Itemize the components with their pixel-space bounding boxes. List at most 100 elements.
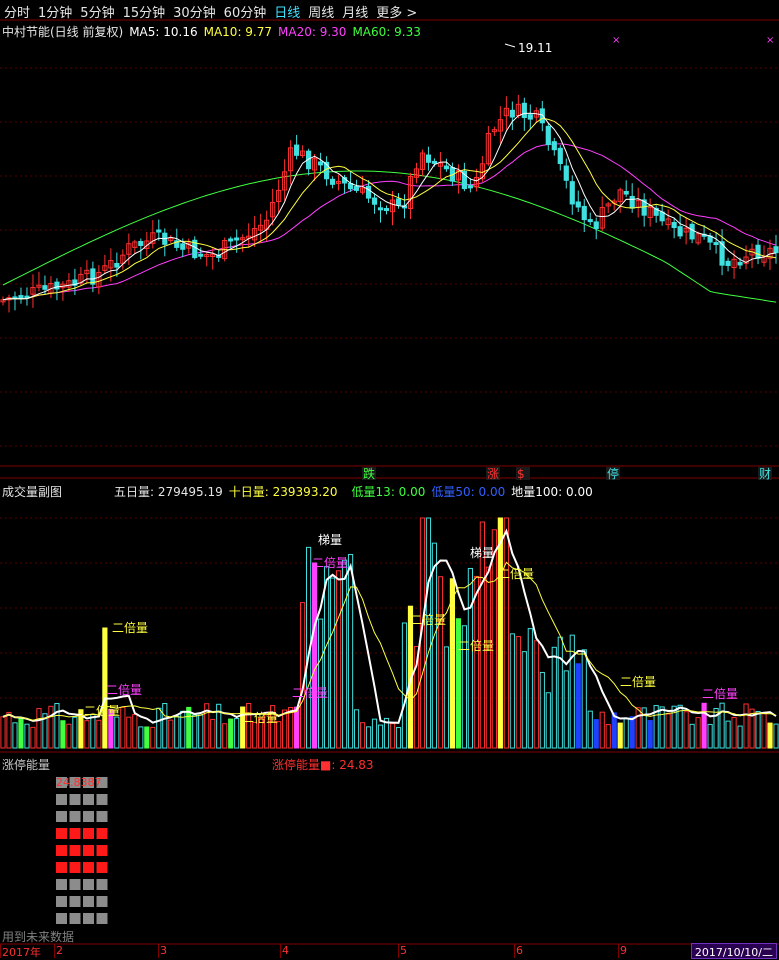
tab-1[interactable]: 1分钟 bbox=[34, 2, 76, 21]
time-axis-tick bbox=[514, 944, 515, 958]
volume-bar bbox=[503, 517, 509, 749]
volume-bar bbox=[587, 710, 593, 749]
volume-annotation: 二倍量 bbox=[242, 710, 278, 725]
ma10-line bbox=[2, 117, 777, 301]
energy-cell bbox=[83, 811, 94, 822]
ma20-line bbox=[2, 143, 777, 301]
time-axis-tick bbox=[280, 944, 281, 958]
energy-cell bbox=[83, 828, 94, 839]
volume-bar bbox=[96, 719, 102, 749]
energy-grid: 24.8387 bbox=[56, 776, 108, 924]
volume-bar bbox=[156, 707, 162, 749]
energy-panel-title[interactable]: 涨停能量 bbox=[2, 756, 50, 773]
volume-bar bbox=[371, 718, 378, 749]
candle-body bbox=[551, 141, 557, 151]
candle-body bbox=[677, 226, 683, 237]
volume-bar bbox=[599, 711, 605, 749]
volume-bar bbox=[527, 628, 533, 749]
ma20-value: MA20: 9.30 bbox=[278, 25, 347, 39]
energy-cell bbox=[56, 913, 67, 924]
energy-cell bbox=[96, 828, 108, 839]
candle-body bbox=[443, 165, 450, 170]
volume-panel-title[interactable]: 成交量副图 bbox=[2, 485, 62, 499]
tab-3[interactable]: 15分钟 bbox=[119, 2, 170, 21]
time-axis-label: 3 bbox=[160, 944, 167, 957]
candle-body bbox=[521, 102, 527, 119]
volume-bar bbox=[665, 713, 671, 749]
candlestick-series bbox=[0, 94, 779, 313]
volume-bar bbox=[629, 716, 635, 749]
volume-bar bbox=[377, 724, 384, 749]
candle-body bbox=[228, 238, 234, 242]
volume-bar bbox=[389, 723, 396, 749]
candle-body bbox=[773, 246, 779, 254]
candle-body bbox=[587, 219, 593, 223]
ma5-value: MA5: 10.16 bbox=[129, 25, 198, 39]
volume-bar bbox=[395, 727, 402, 749]
tab-0[interactable]: 分时 bbox=[0, 2, 34, 21]
stock-title[interactable]: 中村节能(日线 前复权) bbox=[2, 25, 123, 39]
energy-cell bbox=[69, 828, 81, 839]
volume-bar bbox=[24, 723, 30, 749]
volume-bar bbox=[276, 721, 282, 749]
chart-canvas[interactable]: 19.11× ×跌涨 $ 停财 二倍量二倍量二倍量 二倍量二倍量梯量二倍量二倍量二倍量梯… bbox=[0, 0, 779, 958]
time-axis-tick bbox=[54, 944, 55, 958]
tab-8[interactable]: 月线 bbox=[338, 2, 372, 21]
volume-annotation: 二倍量 bbox=[410, 612, 446, 627]
ma5-line bbox=[2, 112, 777, 301]
volume-bar bbox=[162, 703, 168, 749]
volume-annotation: 二倍量 bbox=[312, 555, 348, 570]
energy-cell bbox=[96, 896, 108, 907]
volume-bar bbox=[126, 716, 132, 749]
energy-cell bbox=[69, 913, 81, 924]
volume-bar bbox=[317, 618, 324, 749]
volume-bar bbox=[84, 720, 90, 749]
volume-bar bbox=[282, 709, 288, 749]
time-axis-label: 6 bbox=[516, 944, 523, 957]
tab-4[interactable]: 30分钟 bbox=[169, 2, 220, 21]
volume-bar bbox=[509, 633, 515, 749]
volume-bar bbox=[192, 714, 198, 749]
tab-6[interactable]: 日线 bbox=[270, 2, 304, 21]
volume-bar bbox=[174, 715, 180, 749]
time-axis-tick bbox=[0, 944, 1, 958]
volume-bar bbox=[701, 702, 707, 749]
volume-bar bbox=[12, 722, 18, 749]
event-tag: $ bbox=[517, 467, 525, 481]
candle-body bbox=[138, 240, 144, 246]
volume-bar bbox=[353, 709, 360, 749]
candle-body bbox=[180, 243, 186, 250]
volume-bar bbox=[767, 722, 773, 749]
energy-readout: 涨停能量■: 24.83 bbox=[272, 758, 374, 772]
energy-cell bbox=[83, 913, 94, 924]
tab-7[interactable]: 周线 bbox=[304, 2, 338, 21]
tab-2[interactable]: 5分钟 bbox=[76, 2, 118, 21]
candle-body bbox=[383, 208, 390, 212]
volume-bar bbox=[485, 566, 491, 749]
volume-bar bbox=[707, 723, 713, 749]
candle-body bbox=[581, 205, 587, 221]
tab-9[interactable]: 更多 > bbox=[372, 2, 421, 21]
candle-body bbox=[234, 237, 240, 241]
candle-body bbox=[671, 221, 677, 229]
candle-body bbox=[659, 211, 665, 222]
volume-bar bbox=[575, 663, 581, 749]
period-toolbar: 分时 1分钟 5分钟 15分钟 30分钟 60分钟 日线 周线 月线 更多 > bbox=[0, 0, 779, 22]
ground-volume-100: 地量100: 0.00 bbox=[511, 485, 593, 499]
candle-body bbox=[377, 207, 384, 211]
volume-bar bbox=[60, 720, 66, 749]
candle-body bbox=[593, 221, 599, 229]
energy-cell bbox=[56, 794, 67, 805]
volume-bar bbox=[198, 714, 204, 749]
volume-bar bbox=[252, 721, 258, 749]
volume-bar bbox=[6, 711, 12, 749]
volume-annotation: 二倍量 bbox=[84, 703, 120, 718]
tab-5[interactable]: 60分钟 bbox=[220, 2, 271, 21]
event-tag: 财 bbox=[759, 467, 771, 481]
candle-body bbox=[689, 223, 695, 240]
candle-body bbox=[755, 244, 761, 259]
candle-body bbox=[467, 185, 473, 189]
volume-bar bbox=[347, 554, 354, 749]
volume-annotation: 二倍量 bbox=[292, 685, 328, 700]
energy-cell bbox=[56, 811, 67, 822]
